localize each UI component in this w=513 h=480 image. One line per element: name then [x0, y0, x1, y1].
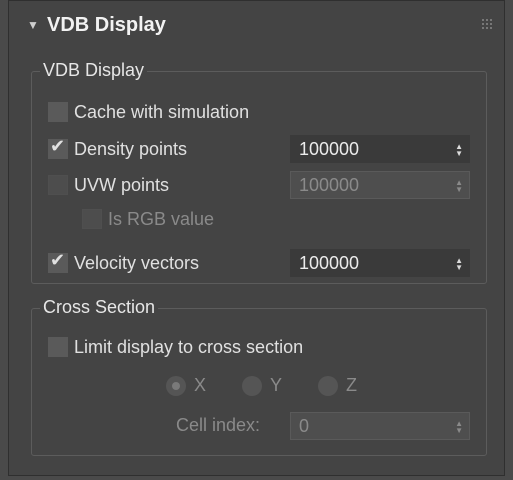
velocity-vectors-row[interactable]: ✔ Velocity vectors: [48, 250, 199, 276]
uvw-points-value[interactable]: 100000: [291, 175, 453, 196]
uvw-points-label: UVW points: [74, 174, 170, 195]
cell-index-value[interactable]: 0: [291, 416, 453, 437]
is-rgb-value-label: Is RGB value: [108, 208, 215, 229]
cache-with-simulation-label: Cache with simulation: [74, 101, 250, 122]
group-title-vdb-display: VDB Display: [40, 60, 148, 81]
drag-handle-icon[interactable]: [482, 19, 494, 31]
spinner-arrows-icon[interactable]: ▲ ▼: [453, 250, 469, 276]
radio-button-icon[interactable]: [166, 375, 186, 396]
cache-with-simulation-row[interactable]: Cache with simulation: [48, 99, 249, 125]
vdb-display-group: VDB Display Cache with simulation ✔ Dens…: [31, 60, 487, 284]
checkmark-icon: ✔: [50, 136, 66, 156]
is-rgb-value-row[interactable]: Is RGB value: [82, 206, 214, 232]
density-points-spinner[interactable]: 100000 ▲ ▼: [290, 135, 470, 163]
group-title-cross-section: Cross Section: [40, 297, 159, 318]
uvw-points-checkbox[interactable]: [48, 175, 68, 195]
rollout-header[interactable]: ▼ VDB Display: [9, 1, 504, 57]
velocity-vectors-checkbox[interactable]: ✔: [48, 250, 68, 273]
density-points-label: Density points: [74, 138, 188, 159]
density-points-checkbox[interactable]: ✔: [48, 136, 68, 159]
vdb-display-panel: ▼ VDB Display VDB Display Cache with sim…: [8, 0, 505, 476]
density-points-value[interactable]: 100000: [291, 139, 453, 160]
velocity-vectors-value[interactable]: 100000: [291, 253, 453, 274]
limit-display-label: Limit display to cross section: [74, 336, 304, 357]
radio-y-label: Y: [270, 375, 283, 395]
velocity-vectors-spinner[interactable]: 100000 ▲ ▼: [290, 249, 470, 277]
radio-z[interactable]: Z: [318, 375, 357, 396]
cache-with-simulation-checkbox[interactable]: [48, 102, 68, 122]
spinner-arrows-icon[interactable]: ▲ ▼: [453, 413, 469, 439]
radio-button-icon[interactable]: [318, 375, 338, 396]
spinner-arrows-icon[interactable]: ▲ ▼: [453, 172, 469, 198]
velocity-vectors-label: Velocity vectors: [74, 252, 200, 273]
rollout-title: VDB Display: [47, 14, 166, 36]
cell-index-label: Cell index:: [176, 415, 261, 435]
collapse-arrow-icon[interactable]: ▼: [27, 18, 39, 32]
is-rgb-value-checkbox[interactable]: [82, 209, 102, 229]
uvw-points-row[interactable]: UVW points: [48, 172, 169, 198]
checkmark-icon: ✔: [50, 250, 66, 270]
cell-index-spinner[interactable]: 0 ▲ ▼: [290, 412, 470, 440]
radio-y[interactable]: Y: [242, 375, 282, 396]
radio-x[interactable]: X: [166, 375, 206, 396]
density-points-row[interactable]: ✔ Density points: [48, 136, 187, 162]
cross-section-group: Cross Section Limit display to cross sec…: [31, 297, 487, 456]
limit-display-row[interactable]: Limit display to cross section: [48, 334, 303, 360]
limit-display-checkbox[interactable]: [48, 337, 68, 357]
radio-x-label: X: [194, 375, 207, 395]
radio-z-label: Z: [346, 375, 357, 395]
spinner-arrows-icon[interactable]: ▲ ▼: [453, 136, 469, 162]
uvw-points-spinner[interactable]: 100000 ▲ ▼: [290, 171, 470, 199]
radio-button-icon[interactable]: [242, 375, 262, 396]
